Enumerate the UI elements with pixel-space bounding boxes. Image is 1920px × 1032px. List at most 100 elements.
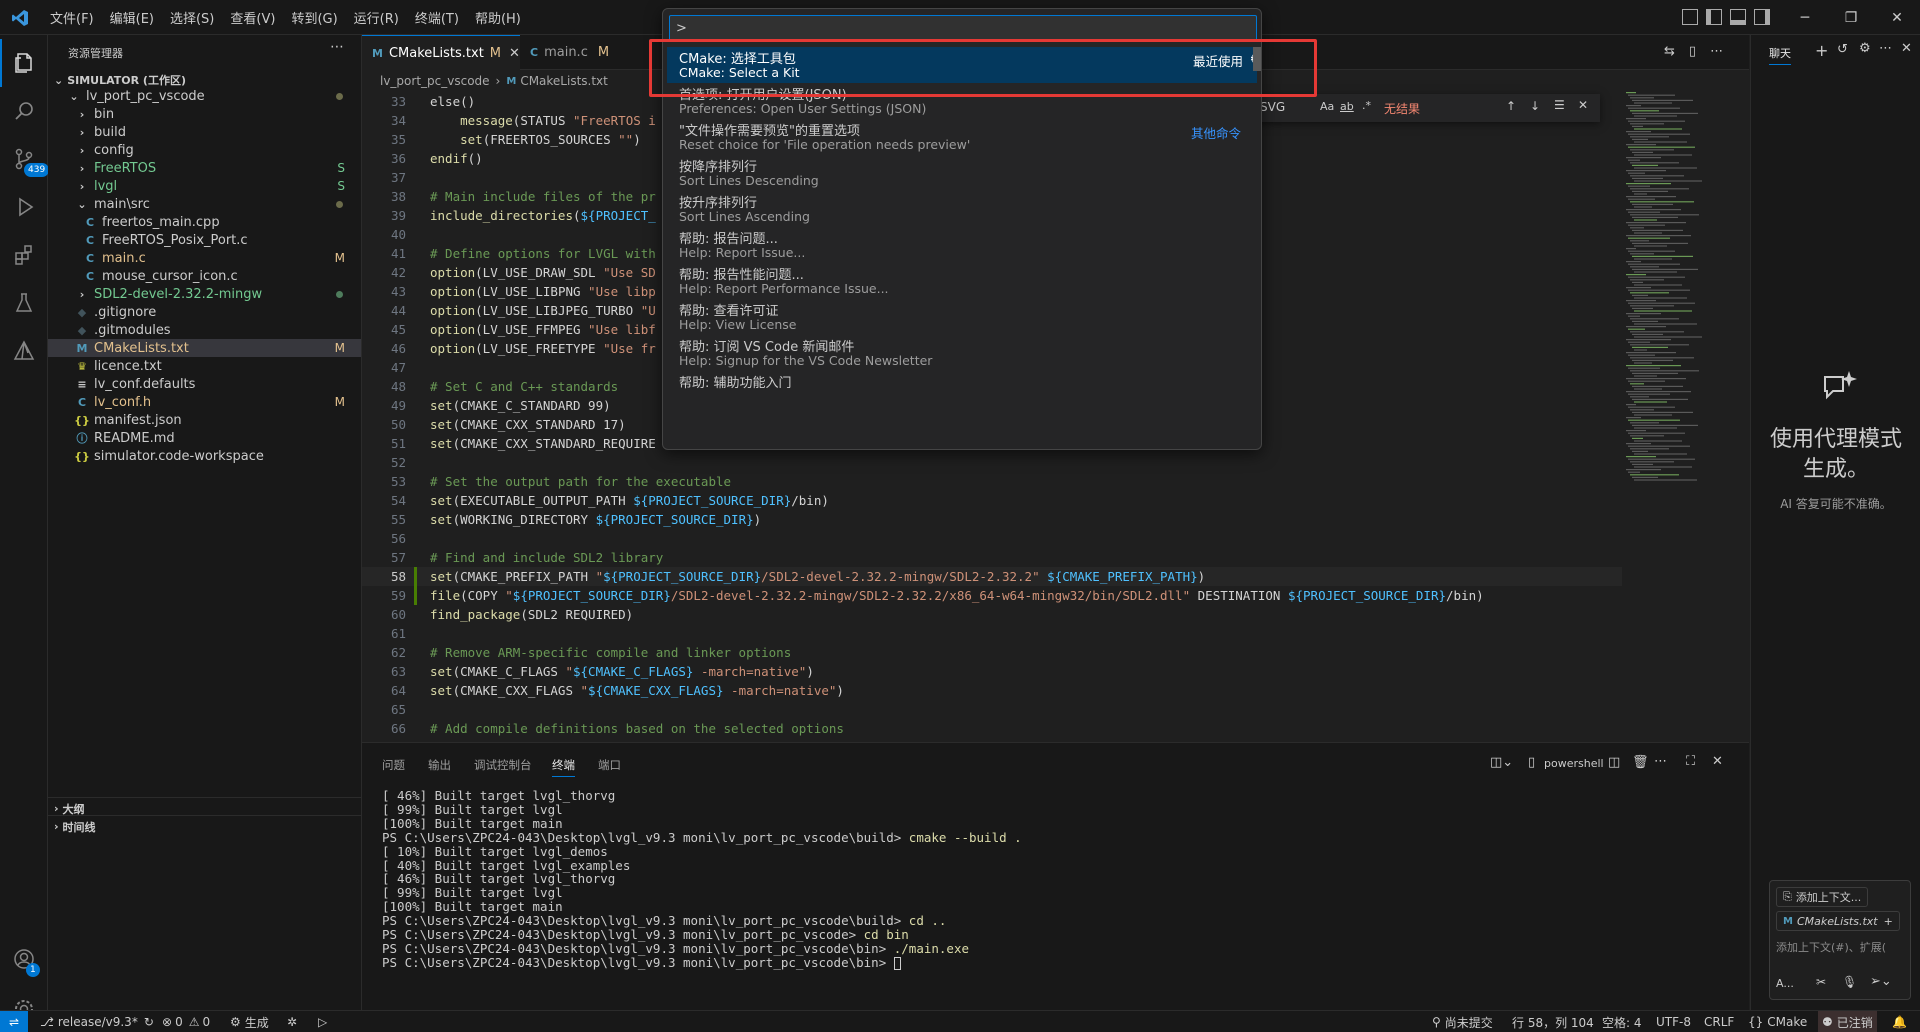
source-control-icon[interactable]: 439 <box>0 135 50 183</box>
debug-icon[interactable]: ✲ <box>287 1011 297 1032</box>
encoding[interactable]: UTF-8 <box>1656 1011 1691 1032</box>
tree-item[interactable]: ≡ lv_conf.defaults <box>48 375 361 393</box>
tree-item[interactable]: ♛ licence.txt <box>48 357 361 375</box>
tree-item[interactable]: Cfreertos_main.cpp <box>48 213 361 231</box>
indentation[interactable]: 空格: 4 <box>1602 1011 1642 1032</box>
explorer-icon[interactable] <box>0 39 48 87</box>
tab-output[interactable]: 输出 <box>428 757 451 773</box>
remote-indicator[interactable]: ⇌ <box>0 1011 28 1032</box>
find-in-selection-icon[interactable]: ☰ <box>1554 98 1565 112</box>
menu-item[interactable]: 文件(F) <box>42 8 102 27</box>
command-item[interactable]: "文件操作需要预览"的重置选项 Reset choice for 'File op… <box>667 119 1257 155</box>
cursor-position[interactable]: 行 58，列 104 <box>1512 1011 1594 1032</box>
find-input[interactable]: SVG <box>1260 100 1285 114</box>
tree-item[interactable]: M CMakeLists.txt M <box>48 339 361 357</box>
terminal[interactable]: [ 46%] Built target lvgl_thorvg[ 99%] Bu… <box>362 787 1732 1007</box>
close-tab-icon[interactable]: ✕ <box>509 46 520 61</box>
tree-item[interactable]: › build <box>48 123 361 141</box>
menu-item[interactable]: 选择(S) <box>162 8 222 27</box>
tab-terminal[interactable]: 终端 <box>552 757 575 777</box>
match-word-icon[interactable]: ab <box>1340 100 1354 113</box>
restore-icon[interactable]: ❐ <box>1828 0 1874 35</box>
toggle-sidebar-icon[interactable] <box>1706 9 1722 25</box>
compare-changes-icon[interactable]: ⇆ <box>1664 44 1675 59</box>
tree-item[interactable]: Cmain.c M <box>48 249 361 267</box>
tools-icon[interactable]: ✂ <box>1816 975 1826 989</box>
match-case-icon[interactable]: Aa <box>1320 100 1334 113</box>
tab-ports[interactable]: 端口 <box>598 757 621 773</box>
testing-icon[interactable] <box>0 279 48 327</box>
tree-item[interactable]: › FreeRTOS S <box>48 159 361 177</box>
toggle-secondary-sidebar-icon[interactable] <box>1754 9 1770 25</box>
chat-input-box[interactable]: ⎘ 添加上下文... M CMakeLists.txt + 添加上下文(#)、扩… <box>1769 880 1911 1000</box>
tree-item[interactable]: {} simulator.code-workspace <box>48 447 361 465</box>
regex-icon[interactable]: .* <box>1362 99 1371 112</box>
kill-terminal-icon[interactable]: 🗑 <box>1632 755 1649 770</box>
more-actions-icon[interactable]: ⋯ <box>330 39 344 55</box>
menu-item[interactable]: 运行(R) <box>346 8 407 27</box>
new-chat-icon[interactable]: + <box>1815 41 1828 60</box>
command-item[interactable]: 按升序排列行 Sort Lines Ascending <box>667 191 1257 227</box>
command-item[interactable]: 帮助: 报告问题... Help: Report Issue... <box>667 227 1257 263</box>
tab-debug-console[interactable]: 调试控制台 <box>474 757 532 773</box>
close-find-icon[interactable]: ✕ <box>1578 98 1588 112</box>
history-icon[interactable]: ↺ <box>1837 42 1848 57</box>
minimize-icon[interactable]: ─ <box>1782 0 1828 35</box>
editor-more-icon[interactable]: ⋯ <box>1710 44 1723 59</box>
chat-more-icon[interactable]: ⋯ <box>1879 41 1892 56</box>
toggle-panel-icon[interactable] <box>1730 9 1746 25</box>
add-file-icon[interactable]: + <box>1884 915 1893 928</box>
tree-item[interactable]: ◆ .gitmodules <box>48 321 361 339</box>
split-terminal-icon[interactable]: ◫ <box>1608 755 1620 770</box>
language-mode[interactable]: {} CMake <box>1748 1011 1807 1032</box>
tree-item[interactable]: › config <box>48 141 361 159</box>
menu-item[interactable]: 帮助(H) <box>467 8 529 27</box>
new-terminal-layout-icon[interactable]: ◫⌄ <box>1490 755 1513 770</box>
context-file-chip[interactable]: M CMakeLists.txt + <box>1776 911 1900 931</box>
copilot-status[interactable]: ⚉ 已注销 <box>1818 1011 1877 1032</box>
problems-item[interactable]: ⊗ 0 ⚠ 0 <box>162 1011 210 1032</box>
send-icon[interactable]: ➢⌄ <box>1870 974 1892 989</box>
cmake-icon[interactable] <box>0 327 48 375</box>
breadcrumb-file[interactable]: CMakeLists.txt <box>520 74 608 88</box>
tree-item[interactable]: Clv_conf.h M <box>48 393 361 411</box>
tree-item[interactable]: Cmouse_cursor_icon.c <box>48 267 361 285</box>
command-item[interactable]: 帮助: 查看许可证 Help: View License <box>667 299 1257 335</box>
close-window-icon[interactable]: ✕ <box>1874 0 1920 35</box>
tree-item[interactable]: › lvgl S <box>48 177 361 195</box>
timeline-section[interactable]: › 时间线 <box>48 815 361 837</box>
tree-item[interactable]: ⓘ README.md <box>48 429 361 447</box>
tab-main-c[interactable]: C main.c M <box>520 35 620 70</box>
uncommitted-item[interactable]: ⚲ 尚未提交 <box>1432 1011 1493 1032</box>
command-item[interactable]: 帮助: 辅助功能入门 <box>667 371 1257 407</box>
minimap[interactable] <box>1622 92 1749 739</box>
split-editor-icon[interactable]: ▯ <box>1689 44 1696 59</box>
run-debug-icon[interactable] <box>0 183 48 231</box>
command-item[interactable]: 按降序排列行 Sort Lines Descending <box>667 155 1257 191</box>
close-panel-icon[interactable]: ✕ <box>1712 754 1723 769</box>
tree-item[interactable]: ◆ .gitignore <box>48 303 361 321</box>
tree-item[interactable]: {} manifest.json <box>48 411 361 429</box>
command-item[interactable]: 帮助: 报告性能问题... Help: Report Performance Is… <box>667 263 1257 299</box>
chat-input[interactable]: 添加上下文(#)、扩展( <box>1776 939 1908 955</box>
add-context-button[interactable]: ⎘ 添加上下文... <box>1776 887 1869 907</box>
tab-chat[interactable]: 聊天 <box>1769 45 1791 65</box>
shell-name[interactable]: powershell <box>1544 757 1604 770</box>
menu-item[interactable]: 编辑(E) <box>102 8 162 27</box>
breadcrumb-folder[interactable]: lv_port_pc_vscode <box>380 74 490 88</box>
branch-item[interactable]: ⎇ release/v9.3* ↻ <box>40 1011 154 1032</box>
line-ending[interactable]: CRLF <box>1704 1011 1734 1032</box>
menu-item[interactable]: 查看(V) <box>222 8 283 27</box>
tree-item[interactable]: ⌄ main\src <box>48 195 361 213</box>
tab-cmakelists[interactable]: M CMakeLists.txt M ✕ <box>362 35 520 70</box>
microphone-icon[interactable]: 🎙 <box>1842 975 1857 989</box>
panel-more-icon[interactable]: ⋯ <box>1654 754 1667 769</box>
tree-item[interactable]: ⌄ lv_port_pc_vscode <box>48 87 361 105</box>
search-icon[interactable] <box>0 87 48 135</box>
maximize-panel-icon[interactable]: ⛶ <box>1686 754 1695 769</box>
extensions-icon[interactable] <box>0 231 48 279</box>
build-item[interactable]: ⚙ 生成 <box>230 1011 269 1032</box>
notifications-icon[interactable]: 🔔 <box>1892 1011 1907 1032</box>
command-item[interactable]: 帮助: 订阅 VS Code 新闻邮件 Help: Signup for the … <box>667 335 1257 371</box>
next-match-icon[interactable]: ↓ <box>1530 99 1540 113</box>
